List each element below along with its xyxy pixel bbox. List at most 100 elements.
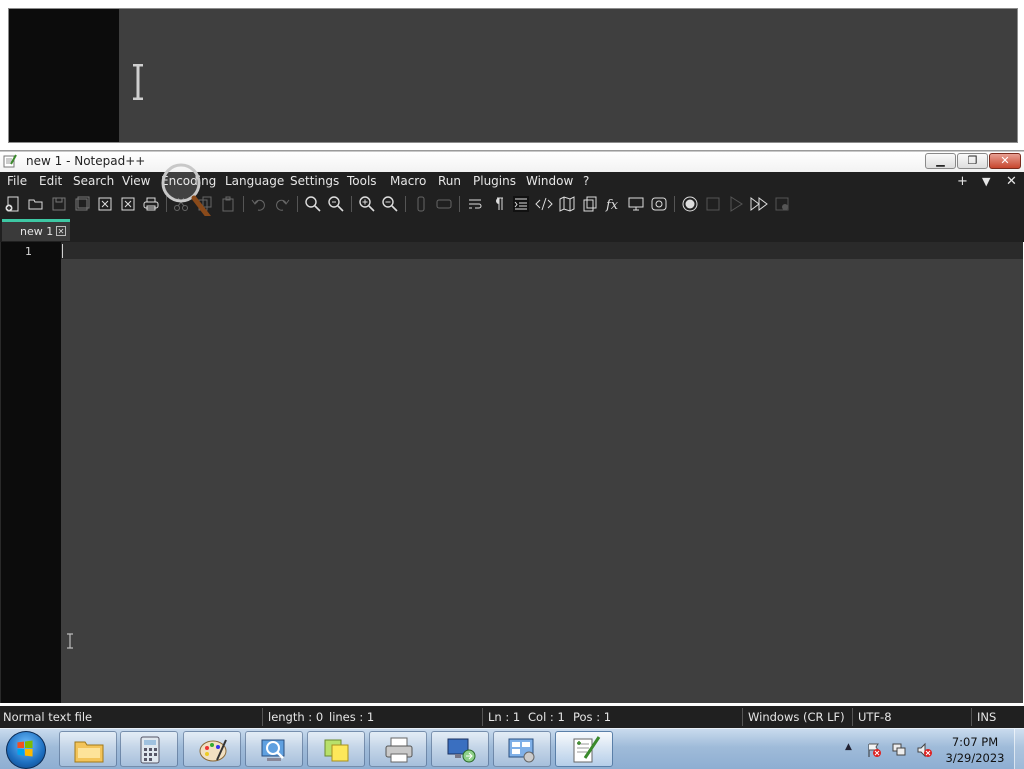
eol-format-status[interactable]: Windows (CR LF)	[748, 710, 845, 724]
sticky-notes-icon	[324, 739, 349, 762]
menu-settings[interactable]: Settings	[290, 174, 339, 188]
length-status: length : 0	[268, 710, 324, 724]
calculator-icon	[140, 736, 160, 764]
undo-icon[interactable]	[250, 195, 268, 213]
network-icon[interactable]	[891, 742, 907, 758]
system-clock[interactable]: 7:07 PM 3/29/2023	[940, 734, 1010, 766]
open-file-icon[interactable]	[27, 195, 45, 213]
file-type-status: Normal text file	[3, 710, 93, 724]
line-number-gutter: 1	[1, 242, 61, 703]
tab-label: new 1	[20, 225, 54, 238]
play-macro-icon[interactable]	[727, 195, 745, 213]
action-center-flag-icon[interactable]	[866, 742, 882, 758]
cut-icon[interactable]	[172, 195, 190, 213]
print-icon[interactable]	[142, 195, 160, 213]
sync-horizontal-icon[interactable]	[435, 195, 453, 213]
title-bar: new 1 - Notepad++ ▁ ❐ ✕	[0, 151, 1024, 172]
paint-palette-icon	[199, 739, 227, 762]
tab-close-icon[interactable]: ✕	[56, 226, 66, 236]
taskbar-control-panel[interactable]	[493, 731, 551, 767]
redo-icon[interactable]	[273, 195, 291, 213]
document-map-icon[interactable]	[558, 195, 576, 213]
menu-edit[interactable]: Edit	[39, 174, 62, 188]
close-icon: ✕	[1000, 154, 1010, 167]
indent-guide-icon[interactable]	[512, 195, 530, 213]
insert-mode-status[interactable]: INS	[977, 710, 996, 724]
encoding-status[interactable]: UTF-8	[858, 710, 892, 724]
control-panel-icon	[508, 738, 535, 763]
mouse-ibeam-cursor-icon	[67, 633, 73, 649]
menu-tools[interactable]: Tools	[347, 174, 377, 188]
start-button[interactable]	[6, 731, 46, 769]
function-list-icon[interactable]: fx	[604, 195, 622, 213]
zoom-in-icon[interactable]	[358, 195, 376, 213]
restore-icon: ❐	[967, 154, 978, 167]
menu-view[interactable]: View	[122, 174, 150, 188]
taskbar-network-search[interactable]	[245, 731, 303, 767]
stop-macro-icon[interactable]	[704, 195, 722, 213]
menu-window[interactable]: Window	[526, 174, 573, 188]
close-tab-button[interactable]: ✕	[1006, 174, 1017, 189]
clock-date: 3/29/2023	[945, 751, 1005, 765]
taskbar-paint[interactable]	[183, 731, 241, 767]
restore-button[interactable]: ❐	[957, 153, 988, 169]
folder-as-workspace-icon[interactable]	[627, 195, 645, 213]
close-all-icon[interactable]	[119, 195, 137, 213]
taskbar-remote-desktop[interactable]	[431, 731, 489, 767]
save-macro-icon[interactable]	[773, 195, 791, 213]
record-macro-icon[interactable]	[681, 195, 699, 213]
notepad-plus-plus-icon	[573, 736, 601, 763]
volume-muted-icon[interactable]	[916, 742, 932, 758]
taskbar-windows-explorer[interactable]	[59, 731, 117, 767]
show-hidden-icons-button[interactable]: ▲	[845, 742, 852, 752]
menu-search[interactable]: Search	[73, 174, 114, 188]
show-desktop-button[interactable]	[1014, 729, 1024, 769]
column-position-status: Col : 1	[528, 710, 565, 724]
line-number: 1	[25, 245, 32, 258]
taskbar-calculator[interactable]	[120, 731, 178, 767]
show-all-chars-icon[interactable]	[489, 195, 507, 213]
paste-icon[interactable]	[219, 195, 237, 213]
tab-list-dropdown-button[interactable]: ▼	[982, 175, 990, 188]
copy-icon[interactable]	[196, 195, 214, 213]
taskbar-notepad-plus-plus[interactable]	[555, 731, 613, 767]
menu-file[interactable]: File	[7, 174, 27, 188]
close-window-button[interactable]: ✕	[989, 153, 1021, 169]
taskbar-printer[interactable]	[369, 731, 427, 767]
menu-bar: File Edit Search View Encoding Language …	[0, 172, 1024, 192]
sync-vertical-icon[interactable]	[412, 195, 430, 213]
menu-help[interactable]: ?	[583, 174, 589, 188]
close-file-icon[interactable]	[96, 195, 114, 213]
tab-new-1[interactable]: new 1 ✕	[2, 219, 70, 241]
menu-encoding[interactable]: Encoding	[161, 174, 216, 188]
remote-desktop-icon	[447, 738, 476, 763]
window-title: new 1 - Notepad++	[26, 154, 146, 168]
svg-text:fx: fx	[605, 198, 619, 213]
save-all-icon[interactable]	[73, 195, 91, 213]
printer-icon	[385, 737, 413, 763]
text-cursor-icon	[133, 64, 143, 100]
taskbar: ▲ 7:07 PM 3/29/2023	[0, 728, 1024, 769]
add-tab-button[interactable]: +	[957, 174, 968, 189]
save-icon[interactable]	[50, 195, 68, 213]
minimize-button[interactable]: ▁	[925, 153, 956, 169]
text-caret	[62, 244, 63, 258]
taskbar-sticky-notes[interactable]	[307, 731, 365, 767]
replace-icon[interactable]	[327, 195, 345, 213]
folder-icon	[74, 741, 104, 763]
document-list-icon[interactable]	[581, 195, 599, 213]
menu-run[interactable]: Run	[438, 174, 461, 188]
editor-area[interactable]: 1	[0, 242, 1023, 703]
xml-tag-icon[interactable]	[535, 195, 553, 213]
menu-plugins[interactable]: Plugins	[473, 174, 516, 188]
menu-macro[interactable]: Macro	[390, 174, 426, 188]
new-file-icon[interactable]	[4, 195, 22, 213]
run-macro-multiple-icon[interactable]	[750, 195, 768, 213]
monitoring-icon[interactable]	[650, 195, 668, 213]
menu-language[interactable]: Language	[225, 174, 284, 188]
zoom-out-icon[interactable]	[381, 195, 399, 213]
word-wrap-icon[interactable]	[466, 195, 484, 213]
tab-bar: new 1 ✕	[0, 216, 1024, 242]
minimize-icon: ▁	[936, 154, 945, 167]
find-icon[interactable]	[304, 195, 322, 213]
